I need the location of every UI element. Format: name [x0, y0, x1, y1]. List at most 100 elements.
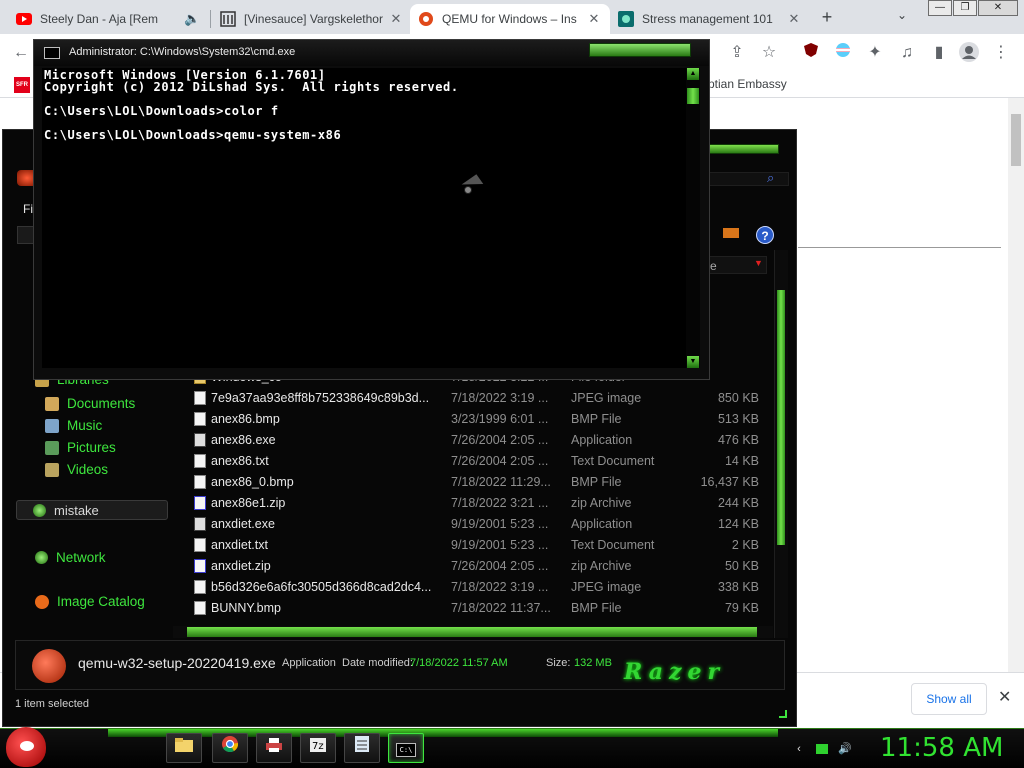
- file-row[interactable]: b56d326e6a6fc30505d366d8cad2dc4... 7/18/…: [185, 577, 759, 598]
- bookmark-sfr[interactable]: SFR: [14, 77, 30, 93]
- cmd-console-output[interactable]: Microsoft Windows [Version 6.1.7601] Cop…: [42, 68, 687, 368]
- scroll-down-arrow-icon[interactable]: ▼: [687, 356, 699, 368]
- cmd-scrollbar[interactable]: ▲ ▼: [686, 68, 700, 368]
- cmd-window-controls[interactable]: [589, 43, 691, 57]
- system-tray: ‹ 🔊: [792, 741, 862, 757]
- close-download-bar-icon[interactable]: ✕: [998, 687, 1011, 707]
- explorer-search-box[interactable]: [709, 172, 789, 186]
- bmp-file-icon: [194, 475, 206, 489]
- minimize-button[interactable]: —: [928, 0, 952, 16]
- file-name: anex86e1.zip: [211, 496, 286, 510]
- taskbar-explorer-button[interactable]: [166, 733, 202, 763]
- tab-steely-dan[interactable]: Steely Dan - Aja [Rem 🔈: [8, 4, 208, 34]
- file-row[interactable]: anex86_0.bmp 7/18/2022 11:29... BMP File…: [185, 472, 759, 493]
- cmd-scrollbar-thumb[interactable]: [687, 88, 699, 104]
- pictures-icon: [45, 440, 59, 455]
- taskbar-printer-button[interactable]: [256, 733, 292, 763]
- file-row[interactable]: anxdiet.exe 9/19/2001 5:23 ... Applicati…: [185, 514, 759, 535]
- help-icon[interactable]: ?: [756, 226, 774, 244]
- tab-vinesauce[interactable]: [Vinesauce] Vargskelethor ✕: [212, 4, 412, 34]
- preview-pane-icon[interactable]: [723, 228, 739, 238]
- explorer-file-menu[interactable]: Fi: [23, 202, 33, 216]
- cmd-window-title: Administrator: C:\Windows\System32\cmd.e…: [69, 46, 296, 58]
- close-tab-icon[interactable]: ✕: [786, 11, 802, 27]
- media-control-icon[interactable]: ♫: [896, 42, 918, 64]
- scroll-up-arrow-icon[interactable]: ▲: [687, 68, 699, 80]
- close-window-button[interactable]: ✕: [978, 0, 1018, 16]
- cmd-title-bar[interactable]: Administrator: C:\Windows\System32\cmd.e…: [34, 40, 709, 66]
- file-row[interactable]: BUNNY.bmp 7/18/2022 11:37... BMP File 79…: [185, 598, 759, 619]
- menu-kebab-icon[interactable]: ⋮: [990, 42, 1012, 64]
- close-tab-icon[interactable]: ✕: [388, 11, 404, 27]
- share-icon[interactable]: ⇪: [726, 42, 748, 64]
- exe-file-icon: [194, 433, 206, 447]
- search-icon[interactable]: ⌕: [767, 170, 774, 186]
- side-panel-icon[interactable]: ▮: [928, 42, 950, 64]
- back-icon[interactable]: ←: [10, 42, 32, 64]
- horizontal-scrollbar-thumb[interactable]: [187, 627, 757, 637]
- taskbar-clock[interactable]: 11:58 AM: [880, 733, 1003, 763]
- file-name: anxdiet.txt: [211, 538, 268, 552]
- file-row[interactable]: anex86e1.zip 7/18/2022 3:21 ... zip Arch…: [185, 493, 759, 514]
- tab-qemu[interactable]: QEMU for Windows – Ins ✕: [410, 4, 610, 34]
- file-row[interactable]: 7e9a37aa93e8ff8b752338649c89b3d... 7/18/…: [185, 388, 759, 409]
- taskbar-chrome-button[interactable]: [212, 733, 248, 763]
- sort-arrow-icon[interactable]: ▼: [754, 258, 763, 268]
- tray-expand-icon[interactable]: ‹: [792, 742, 806, 756]
- text-file-icon: [194, 538, 206, 552]
- profile-avatar-icon[interactable]: [958, 42, 980, 64]
- nav-music[interactable]: Music: [45, 418, 102, 433]
- ublock-icon[interactable]: [800, 42, 822, 64]
- svg-text:7z: 7z: [312, 741, 324, 752]
- taskbar-accent-strip: [108, 729, 778, 737]
- nav-label: Pictures: [67, 440, 116, 455]
- nav-pictures[interactable]: Pictures: [45, 440, 116, 455]
- volume-icon[interactable]: 🔈: [184, 11, 200, 27]
- homegroup-icon: [33, 503, 46, 517]
- image-catalog-icon: [35, 594, 49, 609]
- taskbar-notepad-button[interactable]: [344, 733, 380, 763]
- size-label: Size:: [546, 657, 571, 669]
- nav-homegroup-mistake[interactable]: mistake: [16, 500, 168, 520]
- console-line: Copyright (c) 2012 DiLshad Sys. All righ…: [44, 80, 459, 94]
- jpeg-file-icon: [194, 391, 206, 405]
- file-row[interactable]: anex86.bmp 3/23/1999 6:01 ... BMP File 5…: [185, 409, 759, 430]
- file-name: b56d326e6a6fc30505d366d8cad2dc4...: [211, 580, 432, 594]
- taskbar-cmd-button[interactable]: C:\: [388, 733, 424, 763]
- file-list-vertical-scrollbar[interactable]: [774, 250, 788, 638]
- page-scrollbar[interactable]: [1008, 98, 1024, 672]
- file-date: 7/18/2022 11:29...: [451, 475, 551, 489]
- vertical-scrollbar-thumb[interactable]: [777, 290, 785, 545]
- nav-documents[interactable]: Documents: [45, 396, 135, 411]
- new-tab-button[interactable]: +: [816, 6, 838, 28]
- file-row[interactable]: anxdiet.txt 9/19/2001 5:23 ... Text Docu…: [185, 535, 759, 556]
- file-size: 338 KB: [717, 580, 759, 594]
- close-tab-icon[interactable]: ✕: [586, 11, 602, 27]
- resize-grip[interactable]: [779, 710, 787, 718]
- extension-flag-icon[interactable]: [832, 42, 854, 64]
- extensions-puzzle-icon[interactable]: ✦: [864, 42, 886, 64]
- tab-stress-management[interactable]: Stress management 101 ✕: [610, 4, 810, 34]
- nav-label: Videos: [67, 462, 109, 477]
- bookmark-star-icon[interactable]: ☆: [758, 42, 780, 64]
- battery-icon[interactable]: [816, 744, 828, 754]
- volume-icon[interactable]: 🔊: [838, 742, 852, 756]
- bookmark-embassy[interactable]: ptian Embassy: [708, 77, 787, 91]
- show-all-downloads-button[interactable]: Show all: [911, 683, 987, 715]
- maximize-button[interactable]: ❐: [953, 0, 977, 16]
- nav-videos[interactable]: Videos: [45, 462, 108, 477]
- explorer-window-controls[interactable]: [709, 144, 779, 154]
- youtube-icon: [16, 11, 32, 27]
- page-scrollbar-thumb[interactable]: [1011, 114, 1021, 166]
- file-size: 79 KB: [724, 601, 759, 615]
- taskbar: 7z C:\ ‹ 🔊 11:58 AM: [0, 727, 1024, 768]
- nav-image-catalog[interactable]: Image Catalog: [35, 594, 145, 609]
- file-row[interactable]: anxdiet.zip 7/26/2004 2:05 ... zip Archi…: [185, 556, 759, 577]
- taskbar-7zip-button[interactable]: 7z: [300, 733, 336, 763]
- nav-network[interactable]: Network: [35, 550, 106, 565]
- nav-label: Music: [67, 418, 103, 433]
- file-list-horizontal-scrollbar[interactable]: [173, 626, 773, 638]
- tab-search-button[interactable]: ⌄: [897, 8, 907, 22]
- file-row[interactable]: anex86.txt 7/26/2004 2:05 ... Text Docum…: [185, 451, 759, 472]
- file-row[interactable]: anex86.exe 7/26/2004 2:05 ... Applicatio…: [185, 430, 759, 451]
